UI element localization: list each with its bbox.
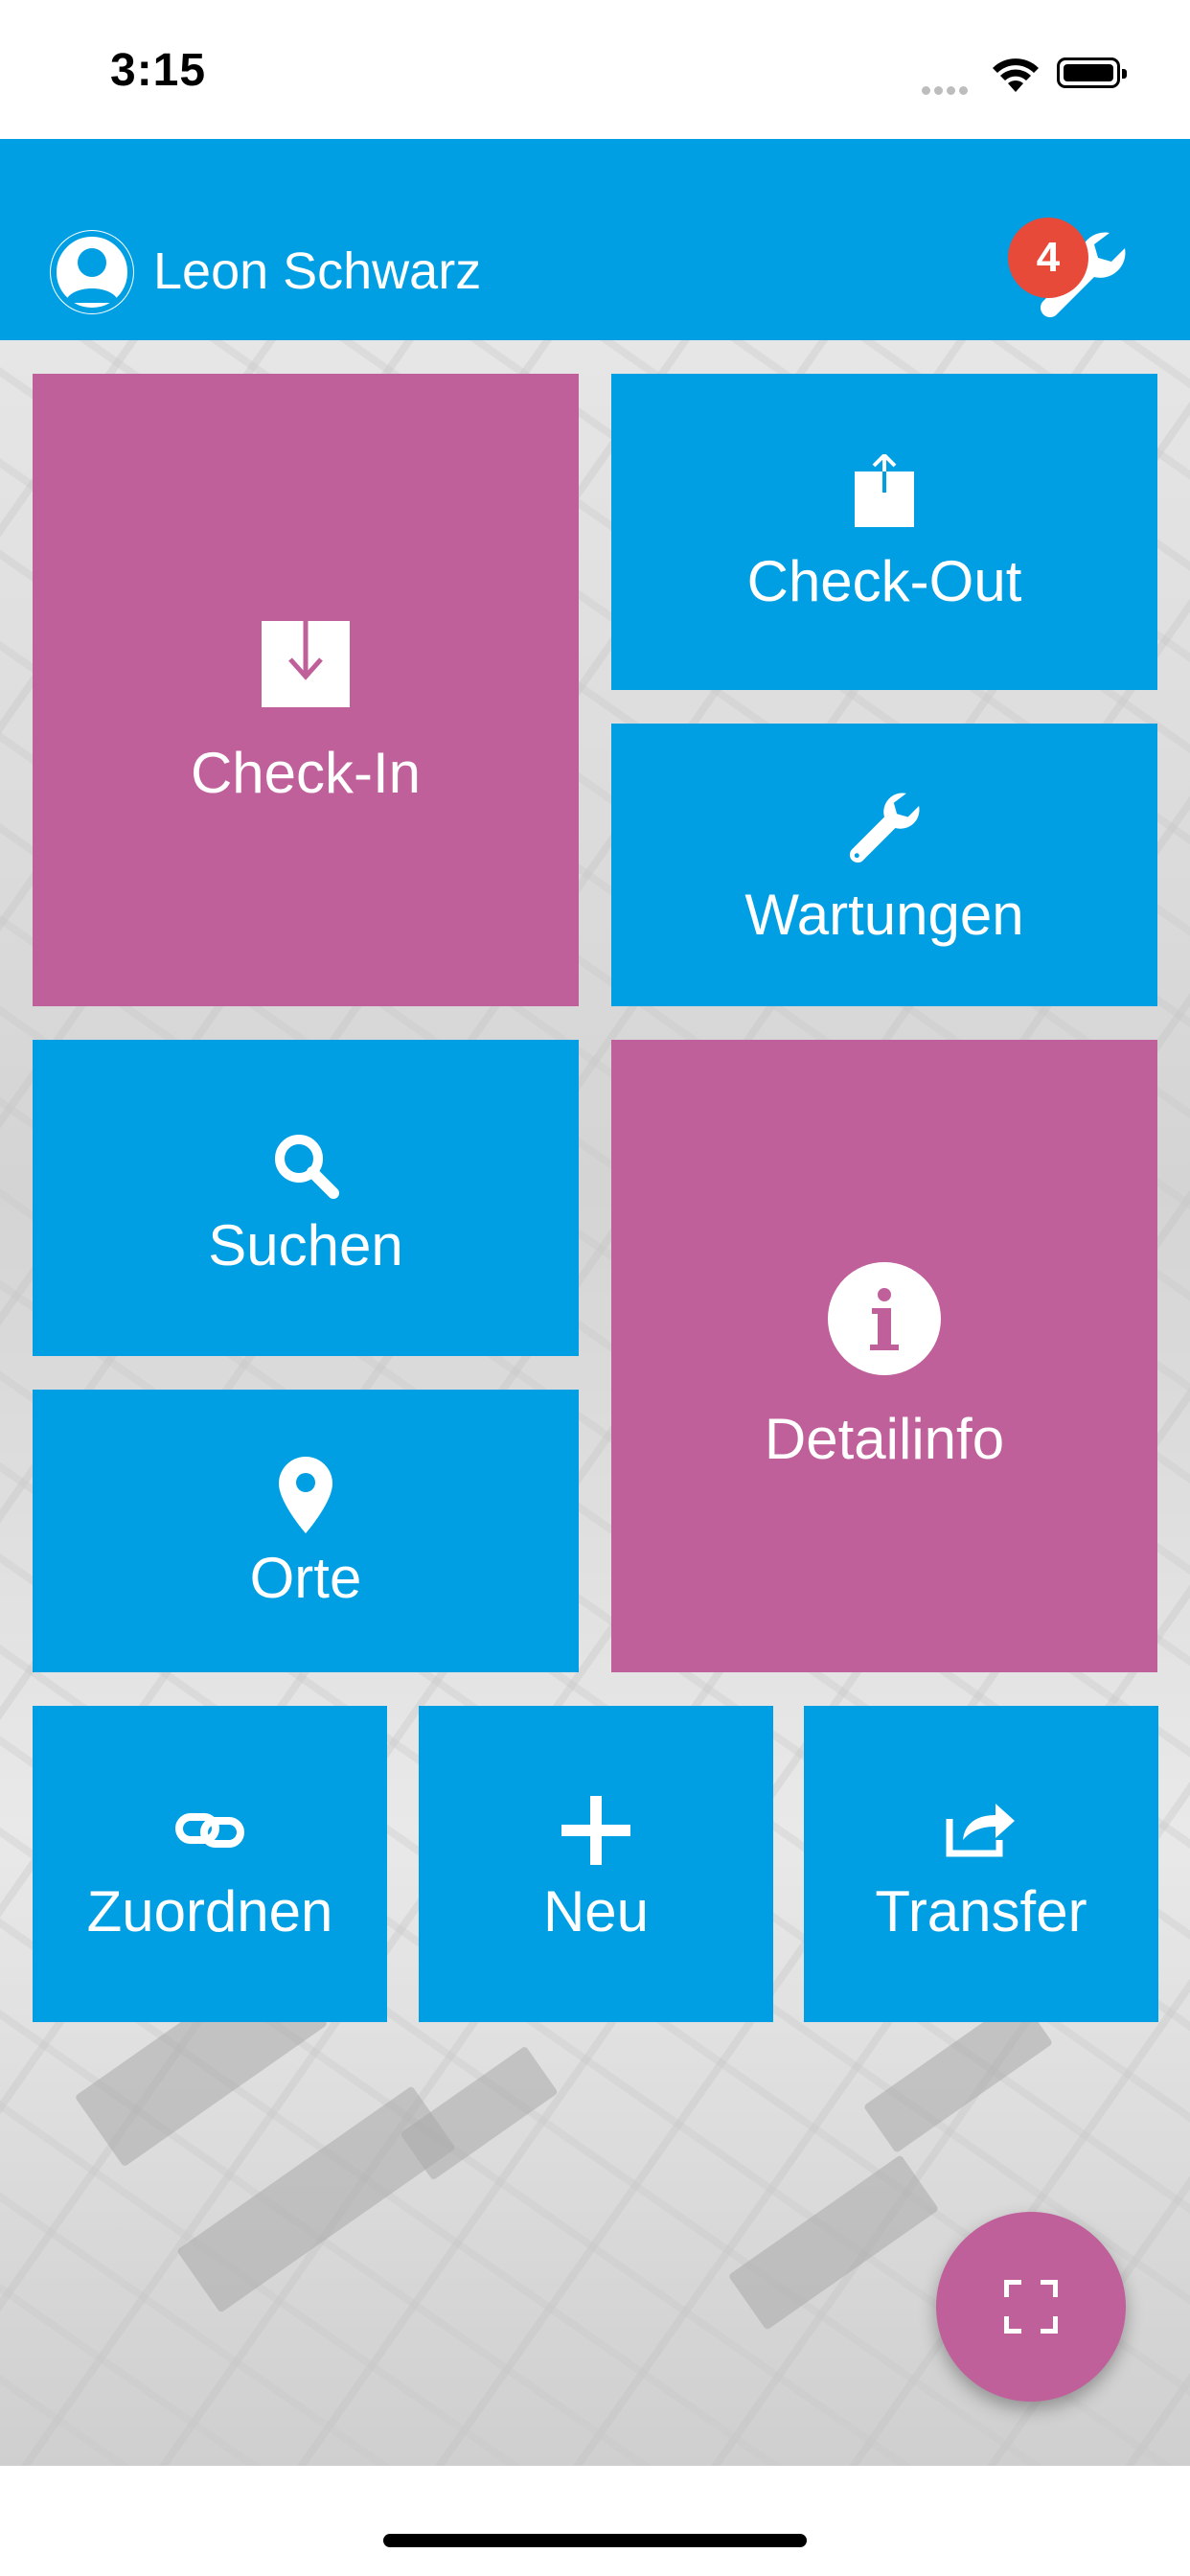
share-icon	[946, 1804, 1015, 1857]
user-avatar-icon[interactable]	[50, 230, 134, 314]
app-header: Leon Schwarz 4	[0, 139, 1190, 340]
orte-label: Orte	[249, 1546, 362, 1610]
battery-icon	[1057, 58, 1127, 88]
check-out-tile[interactable]: Check-Out	[611, 374, 1157, 690]
suchen-tile[interactable]: Suchen	[33, 1040, 579, 1356]
search-icon	[275, 1135, 339, 1199]
check-in-tile[interactable]: Check-In	[33, 374, 579, 1006]
home-indicator[interactable]	[383, 2534, 807, 2547]
neu-label: Neu	[542, 1879, 650, 1944]
status-bar: 3:15	[0, 0, 1190, 139]
check-out-label: Check-Out	[746, 549, 1022, 613]
upload-box-icon	[855, 454, 914, 527]
neu-tile[interactable]: Neu	[419, 1706, 773, 2022]
zuordnen-tile[interactable]: Zuordnen	[33, 1706, 387, 2022]
suchen-label: Suchen	[208, 1213, 403, 1277]
map-pin-icon	[279, 1457, 332, 1533]
bottom-safe-area	[0, 2466, 1190, 2576]
wifi-icon	[993, 58, 1039, 92]
scan-frame-icon	[1004, 2280, 1058, 2334]
status-time: 3:15	[110, 45, 207, 96]
user-name[interactable]: Leon Schwarz	[153, 242, 481, 301]
detailinfo-tile[interactable]: Detailinfo	[611, 1040, 1157, 1672]
wartungen-tile[interactable]: Wartungen	[611, 724, 1157, 1006]
detailinfo-label: Detailinfo	[764, 1407, 1005, 1471]
link-icon	[175, 1813, 244, 1848]
wrench-icon	[849, 793, 920, 863]
orte-tile[interactable]: Orte	[33, 1390, 579, 1672]
transfer-tile[interactable]: Transfer	[804, 1706, 1158, 2022]
zuordnen-label: Zuordnen	[86, 1879, 333, 1944]
wartungen-label: Wartungen	[744, 883, 1024, 947]
plus-icon	[561, 1796, 630, 1865]
info-icon	[828, 1262, 941, 1375]
transfer-label: Transfer	[875, 1879, 1087, 1944]
check-in-label: Check-In	[190, 741, 422, 805]
notification-badge: 4	[1008, 218, 1088, 298]
scan-button[interactable]	[936, 2212, 1126, 2402]
download-box-icon	[262, 600, 350, 707]
cellular-signal-icon	[922, 82, 975, 95]
